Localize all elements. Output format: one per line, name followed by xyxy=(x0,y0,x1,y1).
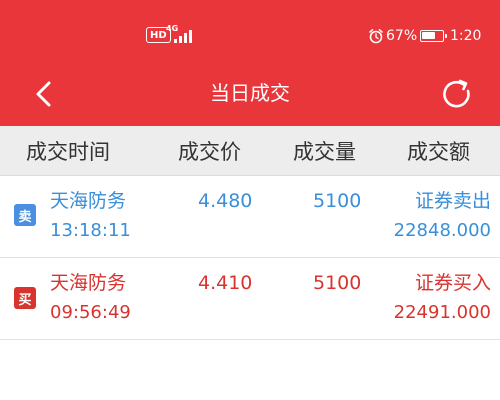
trade-row-buy[interactable]: 买 天海防务 09:56:49 4.410 5100 证券买入 22491.00… xyxy=(0,258,500,340)
trade-amount: 22491.000 xyxy=(393,302,491,323)
column-header-price: 成交价 xyxy=(178,140,241,164)
trade-action: 证券买入 xyxy=(414,272,491,294)
table-header: 成交时间 成交价 成交量 成交额 xyxy=(0,126,500,176)
sell-badge: 卖 xyxy=(14,204,36,226)
trade-quantity: 5100 xyxy=(313,190,362,212)
buy-badge: 买 xyxy=(14,287,36,309)
status-bar: HD 4G 67% 1:20 xyxy=(0,0,500,72)
column-header-time: 成交时间 xyxy=(26,140,110,164)
trade-list: 卖 天海防务 13:18:11 4.480 5100 证券卖出 22848.00… xyxy=(0,176,500,400)
trade-action: 证券卖出 xyxy=(414,190,491,212)
stock-name: 天海防务 xyxy=(50,190,127,212)
trade-row-sell[interactable]: 卖 天海防务 13:18:11 4.480 5100 证券卖出 22848.00… xyxy=(0,176,500,258)
trade-time: 09:56:49 xyxy=(50,302,131,323)
battery-percent: 67% xyxy=(386,28,418,44)
app-header: HD 4G 67% 1:20 当日成交 xyxy=(0,0,500,126)
trade-screen: HD 4G 67% 1:20 当日成交 成交时间 成交价 成交量 成交额 卖 天… xyxy=(0,0,500,400)
trade-quantity: 5100 xyxy=(313,272,362,294)
trade-price: 4.410 xyxy=(198,272,253,294)
stock-name: 天海防务 xyxy=(50,272,127,294)
alarm-icon xyxy=(369,29,383,44)
trade-time: 13:18:11 xyxy=(50,220,131,241)
signal-icon xyxy=(172,29,192,43)
trade-amount: 22848.000 xyxy=(393,220,491,241)
page-title: 当日成交 xyxy=(210,81,290,105)
battery-icon xyxy=(420,30,447,42)
column-header-amount: 成交额 xyxy=(407,140,470,164)
column-header-quantity: 成交量 xyxy=(293,140,356,164)
refresh-icon[interactable] xyxy=(437,74,477,114)
trade-price: 4.480 xyxy=(198,190,253,212)
status-time: 1:20 xyxy=(450,28,482,44)
battery-cap xyxy=(445,34,447,38)
battery-fill xyxy=(422,32,435,39)
